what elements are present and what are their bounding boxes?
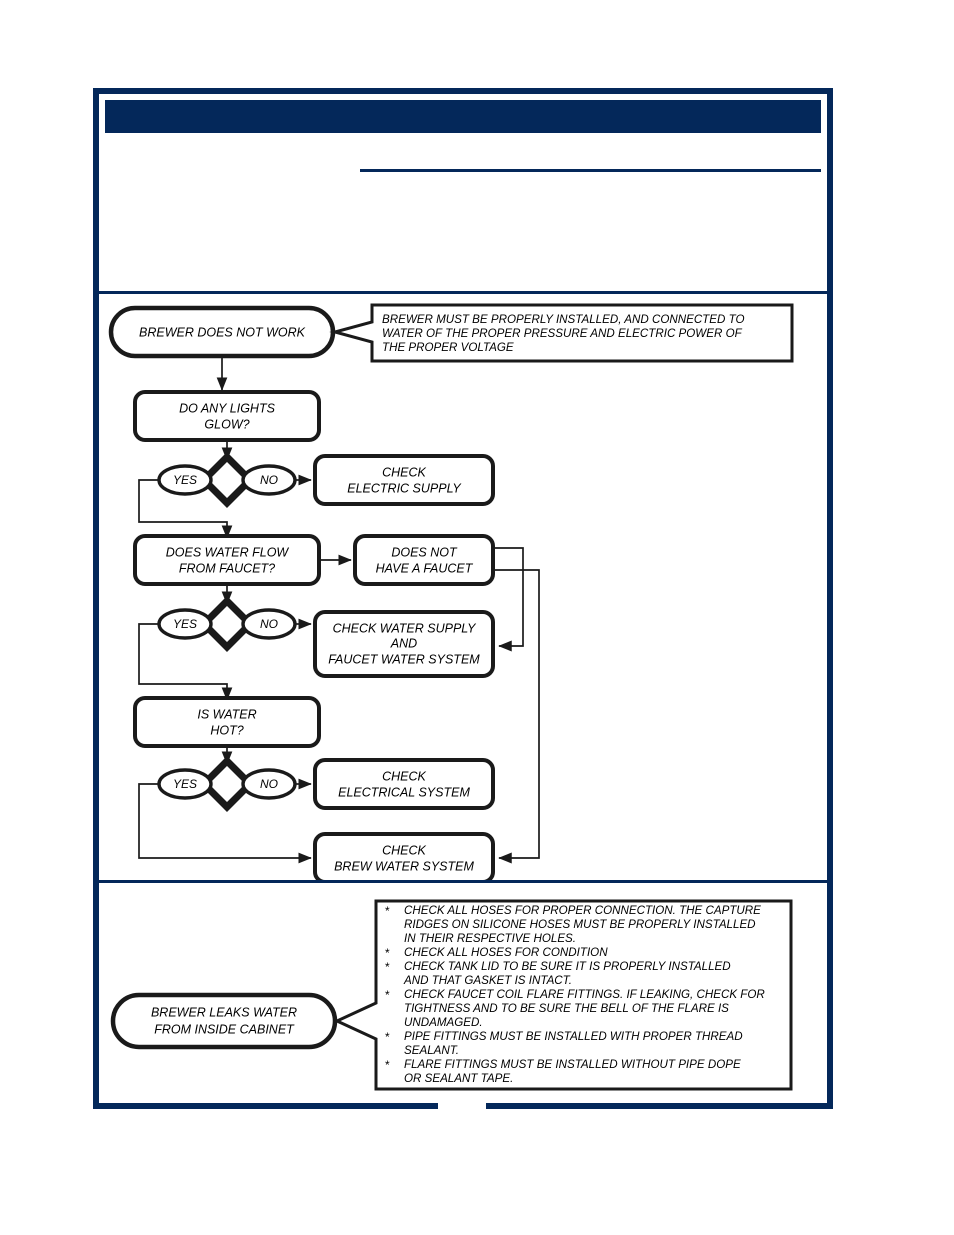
flow-decision-2: YES NO xyxy=(157,596,297,652)
flow-callout-start-line-1: WATER OF THE PROPER PRESSURE AND ELECTRI… xyxy=(382,327,743,340)
flow-decision-3-no: NO xyxy=(260,777,278,791)
leak-item-5-line-0: FLARE FITTINGS MUST BE INSTALLED WITHOUT… xyxy=(404,1058,741,1071)
flow-decision-1-no: NO xyxy=(260,473,278,487)
flow-callout-start: BREWER MUST BE PROPERLY INSTALLED, AND C… xyxy=(329,303,794,363)
flow-node-q2: DOES WATER FLOW FROM FAUCET? xyxy=(133,534,321,586)
leak-item-0-line-2: IN THEIR RESPECTIVE HOLES. xyxy=(404,932,576,945)
frame-border-bottom-right xyxy=(486,1103,827,1109)
flow-node-electrical-system-line-1: ELECTRICAL SYSTEM xyxy=(338,785,470,799)
leak-bullet-marker-4: * xyxy=(385,1030,390,1044)
flow-node-no-faucet: DOES NOT HAVE A FAUCET xyxy=(353,534,495,586)
flow-node-water-supply-line-0: CHECK WATER SUPPLY xyxy=(333,621,478,635)
leak-item-5-line-1: OR SEALANT TAPE. xyxy=(404,1072,513,1085)
flow-node-brew-water-system-line-1: BREW WATER SYSTEM xyxy=(334,859,474,873)
page-frame: BREWER DOES NOT WORK BREWER MUST BE PROP… xyxy=(93,88,833,1109)
leak-item-2-line-0: CHECK TANK LID TO BE SURE IT IS PROPERLY… xyxy=(404,960,731,973)
flow-node-q3-line-0: IS WATER xyxy=(197,707,256,721)
frame-border-bottom-left xyxy=(93,1103,438,1109)
flow-node-q2-line-1: FROM FAUCET? xyxy=(179,561,275,575)
connector-no-faucet-to-water-supply xyxy=(493,547,524,652)
flow-decision-1-yes: YES xyxy=(173,473,197,487)
flow-node-water-supply: CHECK WATER SUPPLY AND FAUCET WATER SYST… xyxy=(313,610,495,678)
footer-page-number xyxy=(438,1103,486,1109)
leak-item-3-line-0: CHECK FAUCET COIL FLARE FITTINGS. IF LEA… xyxy=(404,988,765,1001)
leak-troubleshooting-section: BREWER LEAKS WATER FROM INSIDE CABINET *… xyxy=(99,883,827,1103)
flow-node-electrical-system: CHECK ELECTRICAL SYSTEM xyxy=(313,758,495,810)
leak-item-3-line-1: TIGHTNESS AND TO BE SURE THE BELL OF THE… xyxy=(404,1002,729,1015)
flow-decision-1: YES NO xyxy=(157,452,297,508)
flow-decision-2-no: NO xyxy=(260,617,278,631)
flow-callout-start-line-0: BREWER MUST BE PROPERLY INSTALLED, AND C… xyxy=(382,313,744,326)
flow-node-q3-line-1: HOT? xyxy=(210,723,243,737)
flow-node-water-supply-line-2: FAUCET WATER SYSTEM xyxy=(328,652,480,666)
flow-node-q1-line-1: GLOW? xyxy=(204,417,249,431)
leak-item-4-line-0: PIPE FITTINGS MUST BE INSTALLED WITH PRO… xyxy=(404,1030,743,1043)
leak-item-1-line-0: CHECK ALL HOSES FOR CONDITION xyxy=(404,946,608,959)
leak-bullet-marker-0: * xyxy=(385,904,390,918)
flow-node-q3: IS WATER HOT? xyxy=(133,696,321,748)
leak-bullet-marker-5: * xyxy=(385,1058,390,1072)
frame-border-right xyxy=(827,88,833,1109)
leak-node-line-1: FROM INSIDE CABINET xyxy=(154,1022,295,1036)
flow-node-no-faucet-line-0: DOES NOT xyxy=(391,545,458,559)
flow-node-q2-line-0: DOES WATER FLOW xyxy=(166,545,290,559)
flow-node-electric-supply: CHECK ELECTRIC SUPPLY xyxy=(313,454,495,506)
flow-node-q1-line-0: DO ANY LIGHTS xyxy=(179,401,276,415)
flow-decision-3: YES NO xyxy=(157,756,297,812)
leak-bullet-marker-1: * xyxy=(385,946,390,960)
leak-node: BREWER LEAKS WATER FROM INSIDE CABINET xyxy=(110,992,338,1050)
flow-node-brew-water-system-line-0: CHECK xyxy=(382,843,426,857)
flow-node-electrical-system-line-0: CHECK xyxy=(382,769,426,783)
header-rule xyxy=(360,169,821,172)
leak-item-2-line-1: AND THAT GASKET IS INTACT. xyxy=(403,974,572,987)
flow-node-electric-supply-line-0: CHECK xyxy=(382,465,426,479)
flow-callout-start-line-2: THE PROPER VOLTAGE xyxy=(382,341,514,354)
leak-item-0-line-1: RIDGES ON SILICONE HOSES MUST BE PROPERL… xyxy=(404,918,756,931)
flow-node-start-label: BREWER DOES NOT WORK xyxy=(139,325,306,339)
leak-item-0-line-0: CHECK ALL HOSES FOR PROPER CONNECTION. T… xyxy=(404,904,761,917)
flow-node-q1: DO ANY LIGHTS GLOW? xyxy=(133,390,321,442)
frame-border-top xyxy=(93,88,833,94)
flow-decision-3-yes: YES xyxy=(173,777,197,791)
leak-node-line-0: BREWER LEAKS WATER xyxy=(151,1005,297,1019)
header-band xyxy=(105,100,821,133)
flow-node-brew-water-system: CHECK BREW WATER SYSTEM xyxy=(313,832,495,880)
flow-node-electric-supply-line-1: ELECTRIC SUPPLY xyxy=(347,481,462,495)
flow-node-no-faucet-line-1: HAVE A FAUCET xyxy=(376,561,474,575)
leak-bullet-marker-2: * xyxy=(385,960,390,974)
leak-bullet-marker-3: * xyxy=(385,988,390,1002)
flow-node-water-supply-line-1: AND xyxy=(390,636,417,650)
leak-item-3-line-2: UNDAMAGED. xyxy=(404,1016,483,1029)
leak-callout: * CHECK ALL HOSES FOR PROPER CONNECTION.… xyxy=(333,899,793,1091)
flow-node-start: BREWER DOES NOT WORK xyxy=(108,305,336,359)
flow-decision-2-yes: YES xyxy=(173,617,197,631)
connector-no-faucet-to-brew-water xyxy=(493,569,540,864)
leak-item-4-line-1: SEALANT. xyxy=(404,1044,459,1057)
troubleshooting-flowchart: BREWER DOES NOT WORK BREWER MUST BE PROP… xyxy=(99,294,827,880)
